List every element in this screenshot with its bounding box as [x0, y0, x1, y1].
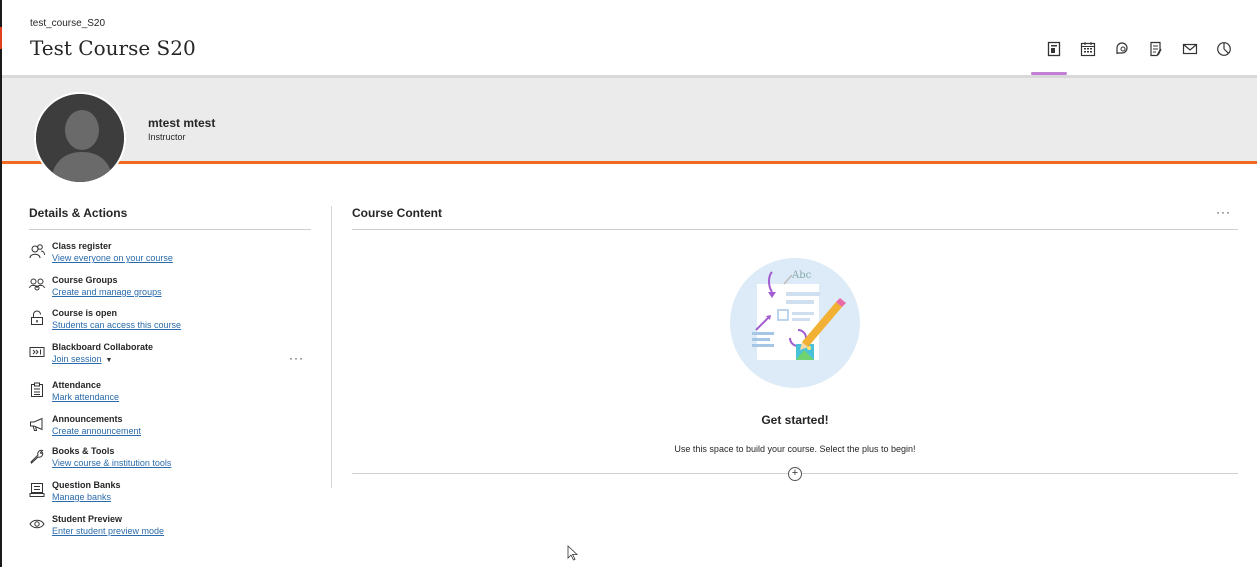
student-preview-item: Student Preview Enter student preview mo…	[29, 514, 164, 538]
course-groups-link[interactable]: Create and manage groups	[52, 286, 162, 299]
banner-accent-line	[2, 161, 1257, 164]
course-open-item: Course is open Students can access this …	[29, 308, 181, 332]
question-banks-link[interactable]: Manage banks	[52, 491, 121, 504]
announcements-item: Announcements Create announcement	[29, 414, 141, 438]
books-tools-link[interactable]: View course & institution tools	[52, 457, 171, 470]
student-preview-link[interactable]: Enter student preview mode	[52, 525, 164, 538]
collaborate-more-button[interactable]: ···	[289, 351, 304, 365]
attendance-title: Attendance	[52, 380, 102, 390]
course-title: Test Course S20	[30, 36, 196, 60]
content-icon[interactable]	[1043, 38, 1065, 60]
mouse-pointer-icon	[567, 545, 579, 561]
student-preview-title: Student Preview	[52, 514, 123, 524]
course-header: test_course_S20 Test Course S20	[2, 0, 1257, 76]
add-content-button[interactable]: +	[788, 467, 802, 481]
join-session-link[interactable]: Join session	[52, 353, 102, 366]
people-icon	[29, 243, 45, 259]
attendance-link[interactable]: Mark attendance	[52, 391, 119, 404]
announcements-link[interactable]: Create announcement	[52, 425, 141, 438]
class-register-title: Class register	[52, 241, 112, 251]
messages-icon[interactable]	[1179, 38, 1201, 60]
details-divider	[29, 229, 311, 230]
svg-text:Abc: Abc	[791, 270, 812, 281]
groups-icon	[29, 277, 45, 293]
chevron-down-icon[interactable]: ▼	[106, 357, 113, 364]
course-open-link[interactable]: Students can access this course	[52, 319, 181, 332]
question-banks-title: Question Banks	[52, 480, 121, 490]
details-heading: Details & Actions	[29, 206, 128, 220]
get-started-text: Use this space to build your course. Sel…	[674, 444, 916, 454]
question-bank-icon	[29, 482, 45, 498]
analytics-icon[interactable]	[1213, 38, 1235, 60]
collaborate-icon	[29, 344, 45, 360]
calendar-icon[interactable]	[1077, 38, 1099, 60]
attendance-item: Attendance Mark attendance	[29, 380, 119, 404]
user-role: Instructor	[148, 132, 186, 142]
column-divider	[331, 206, 332, 488]
wrench-icon	[29, 448, 45, 464]
collaborate-item: Blackboard Collaborate Join session ▼	[29, 342, 153, 366]
gradebook-icon[interactable]	[1145, 38, 1167, 60]
attendance-icon	[29, 382, 45, 398]
get-started-title: Get started!	[761, 413, 829, 427]
collaborate-title: Blackboard Collaborate	[52, 342, 154, 352]
announcements-title: Announcements	[52, 414, 123, 424]
books-tools-item: Books & Tools View course & institution …	[29, 446, 171, 470]
unlock-icon	[29, 310, 45, 326]
class-register-link[interactable]: View everyone on your course	[52, 252, 173, 265]
course-nav	[1043, 38, 1235, 60]
course-groups-title: Course Groups	[52, 275, 118, 285]
course-groups-item: Course Groups Create and manage groups	[29, 275, 162, 299]
course-open-title: Course is open	[52, 308, 118, 318]
course-id: test_course_S20	[30, 18, 106, 29]
eye-icon	[29, 516, 45, 532]
content-more-button[interactable]: ···	[1216, 205, 1231, 219]
user-name: mtest mtest	[148, 116, 216, 130]
books-tools-title: Books & Tools	[52, 446, 115, 456]
question-banks-item: Question Banks Manage banks	[29, 480, 121, 504]
class-register-item: Class register View everyone on your cou…	[29, 241, 173, 265]
content-divider	[352, 229, 1238, 230]
discussions-icon[interactable]	[1111, 38, 1133, 60]
avatar[interactable]	[34, 92, 126, 184]
megaphone-icon	[29, 416, 45, 432]
course-content-heading: Course Content	[352, 206, 442, 220]
get-started-illustration: Abc	[730, 258, 860, 388]
